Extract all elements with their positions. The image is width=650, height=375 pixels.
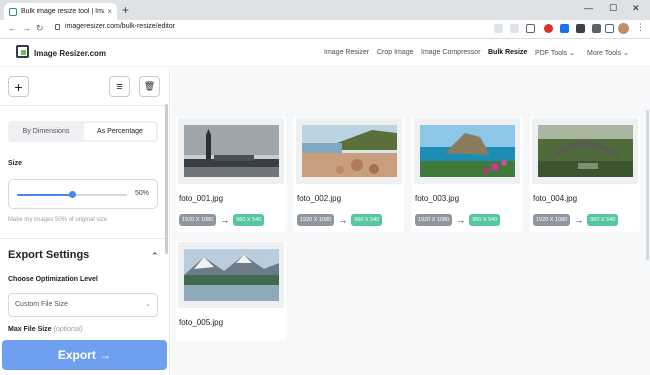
browser-tabstrip: Bulk image resize tool | ImageResizer × … (0, 0, 650, 20)
nav-crop-image[interactable]: Crop Image (377, 49, 414, 56)
address-bar[interactable]: imageresizer.com/bulk-resize/editor (65, 23, 175, 30)
thumbnail-frame (296, 118, 402, 184)
optional-hint: (optional) (53, 326, 83, 333)
grid-scrollbar[interactable] (646, 110, 649, 260)
image-card[interactable]: foto_004.jpg 1920 X 1080 → 960 X 540 (530, 117, 640, 232)
nav-bulk-resize[interactable]: Bulk Resize (488, 49, 527, 56)
export-button[interactable]: Export → (2, 340, 167, 370)
tab-as-percentage[interactable]: As Percentage (84, 123, 156, 140)
translate-icon[interactable] (494, 24, 503, 33)
delete-all-button[interactable]: 🗑 (139, 76, 160, 97)
optimization-level-value: Custom File Size (15, 301, 68, 308)
thumbnail-bridge (537, 125, 633, 177)
arrow-right-icon: → (456, 214, 466, 225)
chevron-up-icon[interactable]: ⌃ (151, 251, 159, 262)
arrow-right-icon: → (574, 214, 584, 225)
tab-by-dimensions[interactable]: By Dimensions (10, 123, 82, 140)
new-size-badge: 960 X 540 (587, 214, 619, 226)
extension-dark-icon[interactable] (576, 24, 585, 33)
dimension-change: 1920 X 1080 → 960 X 540 (415, 214, 501, 226)
maximize-window-button[interactable]: ☐ (609, 3, 617, 14)
lock-icon[interactable] (55, 24, 60, 30)
extension-blue-icon[interactable] (560, 24, 569, 33)
filter-button[interactable]: ≡ (109, 76, 130, 97)
browser-toolbar: ← → ↻ imageresizer.com/bulk-resize/edito… (0, 20, 650, 39)
image-card[interactable]: foto_001.jpg 1920 X 1080 → 960 X 540 (176, 117, 286, 232)
thumbnail-beach (301, 125, 397, 177)
export-settings-title: Export Settings (8, 249, 90, 261)
max-file-size-label-text: Max File Size (8, 326, 52, 333)
thumbnail-frame (178, 118, 284, 184)
optimization-level-label: Choose Optimization Level (8, 276, 98, 283)
nav-pdf-tools[interactable]: PDF Tools ⌄ (535, 49, 575, 57)
size-slider-handle[interactable] (68, 191, 76, 198)
original-size-badge: 1920 X 1080 (297, 214, 335, 226)
dimension-change: 1920 X 1080 → 960 X 540 (533, 214, 619, 226)
share-icon[interactable] (510, 24, 519, 33)
thumbnail-frame (532, 118, 638, 184)
size-hint: Make my images 50% of original size (8, 217, 108, 223)
section-divider (0, 238, 170, 239)
thumbnail-frame (178, 242, 284, 308)
arrow-right-icon: → (338, 214, 348, 225)
tab-title: Bulk image resize tool | ImageResizer (21, 8, 104, 15)
logo-text[interactable]: Image Resizer.com (34, 49, 106, 58)
original-size-badge: 1920 X 1080 (179, 214, 217, 226)
thumbnail-coast (419, 125, 515, 177)
nav-image-resizer[interactable]: Image Resizer (324, 49, 369, 56)
new-size-badge: 960 X 540 (469, 214, 501, 226)
reload-icon[interactable]: ↻ (36, 23, 44, 34)
nav-more-tools[interactable]: More Tools ⌄ (587, 49, 629, 57)
dimension-change: 1920 X 1080 → 960 X 540 (297, 214, 383, 226)
size-slider-fill (17, 194, 72, 196)
file-name: foto_005.jpg (179, 318, 224, 327)
chevron-down-icon: ⌄ (145, 301, 151, 308)
thumbnail-frame (414, 118, 520, 184)
size-label: Size (8, 160, 23, 167)
site-favicon-icon (9, 7, 17, 16)
image-card[interactable]: foto_002.jpg 1920 X 1080 → 960 X 540 (294, 117, 404, 232)
new-size-badge: 960 X 540 (351, 214, 383, 226)
new-tab-button[interactable]: + (122, 3, 129, 17)
minimize-window-button[interactable]: — (584, 3, 593, 13)
side-panel-icon[interactable] (605, 24, 614, 33)
extension-red-icon[interactable] (544, 24, 553, 33)
site-header: Image Resizer.com Image Resizer Crop Ima… (0, 40, 650, 67)
image-card[interactable]: foto_005.jpg (176, 241, 286, 341)
forward-icon[interactable]: → (22, 23, 31, 33)
original-size-badge: 1920 X 1080 (533, 214, 571, 226)
extensions-puzzle-icon[interactable] (592, 24, 601, 33)
file-name: foto_002.jpg (297, 194, 342, 203)
back-icon[interactable]: ← (8, 23, 17, 33)
thumbnail-lake (183, 249, 279, 301)
settings-sidebar: + ≡ 🗑 By Dimensions As Percentage Size 5… (0, 68, 170, 375)
image-card[interactable]: foto_003.jpg 1920 X 1080 → 960 X 540 (412, 117, 522, 232)
original-size-badge: 1920 X 1080 (415, 214, 453, 226)
arrow-right-icon: → (220, 214, 230, 225)
thumbnail-london (183, 125, 279, 177)
new-size-badge: 960 X 540 (233, 214, 265, 226)
size-slider-box: 50% (8, 179, 158, 209)
logo-icon[interactable] (16, 45, 29, 58)
size-value: 50% (134, 190, 149, 197)
file-name: foto_001.jpg (179, 194, 224, 203)
file-name: foto_004.jpg (533, 194, 578, 203)
bookmark-star-icon[interactable] (526, 24, 535, 33)
browser-tab[interactable]: Bulk image resize tool | ImageResizer × (4, 3, 117, 20)
optimization-level-select[interactable]: Custom File Size ⌄ (8, 293, 158, 317)
nav-image-compressor[interactable]: Image Compressor (421, 49, 481, 56)
toolbar-divider (0, 105, 170, 106)
resize-mode-toggle: By Dimensions As Percentage (8, 121, 158, 142)
file-name: foto_003.jpg (415, 194, 460, 203)
image-grid: foto_001.jpg 1920 X 1080 → 960 X 540 fot… (171, 68, 650, 375)
browser-menu-icon[interactable]: ⋮ (636, 22, 645, 33)
sidebar-scrollbar[interactable] (165, 104, 168, 254)
add-images-button[interactable]: + (8, 76, 29, 97)
dimension-change: 1920 X 1080 → 960 X 540 (179, 214, 265, 226)
close-tab-icon[interactable]: × (107, 7, 112, 16)
close-window-button[interactable]: ✕ (632, 3, 640, 14)
max-file-size-label: Max File Size (optional) (8, 326, 83, 333)
profile-avatar[interactable] (618, 23, 629, 34)
